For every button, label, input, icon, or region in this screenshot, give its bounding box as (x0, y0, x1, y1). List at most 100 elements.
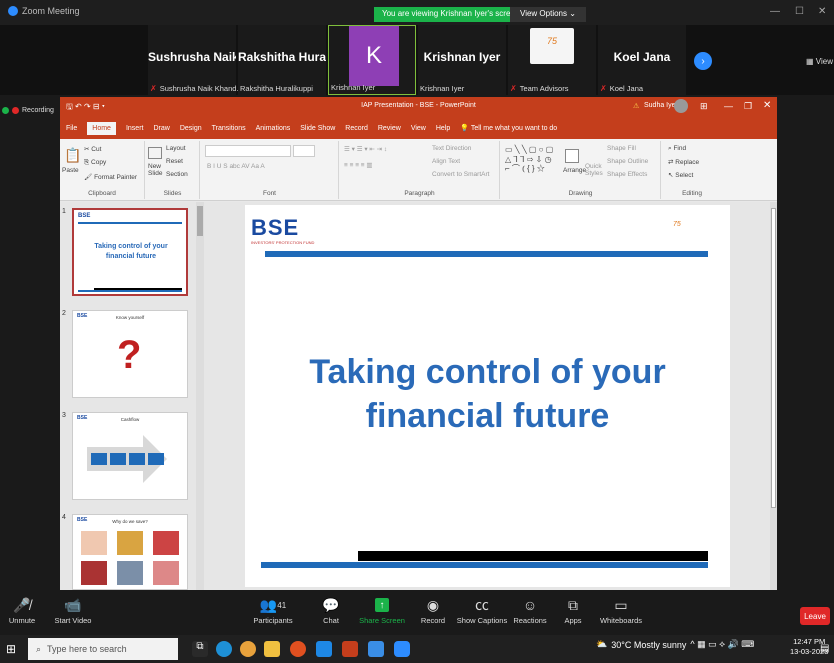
edge-icon[interactable] (216, 641, 232, 657)
minimize-icon[interactable]: — (770, 6, 780, 17)
ribbon-display-icon[interactable]: ⊞ (700, 101, 708, 112)
slide-scrollbar[interactable] (770, 202, 777, 590)
close-icon[interactable]: ✕ (763, 100, 771, 111)
align-buttons[interactable]: ≡ ≡ ≡ ≡ ▥ (344, 161, 373, 169)
list-buttons[interactable]: ☰ ▾ ☰ ▾ ⇤ ⇥ ↕ (344, 145, 387, 153)
mail-icon[interactable] (316, 641, 332, 657)
start-video-button[interactable]: 📹 Start Video (50, 594, 96, 626)
tab-insert[interactable]: Insert (126, 125, 144, 132)
chat-button[interactable]: 💬 Chat (314, 594, 348, 626)
shapes-gallery[interactable]: ▭ ╲ ╲ ▢ ○ ▢ △ ⅂ ⅂ ⇨ ⇩ ◷ ⌐ ⌒ ⦅ { } ☆ (505, 145, 553, 174)
tab-home[interactable]: Home (87, 121, 116, 135)
task-view-icon[interactable]: ⧉ (192, 641, 208, 657)
select-button[interactable]: ↖ Select (668, 171, 693, 179)
recording-indicator[interactable]: Recording (2, 107, 54, 114)
windows-start-icon[interactable]: ⊞ (6, 642, 16, 656)
tab-help[interactable]: Help (436, 125, 450, 132)
participant-tile[interactable]: Sushrusha Naik... ✗Sushrusha Naik Khand.… (148, 25, 243, 95)
slide-thumbnail[interactable]: BSE Why do we save? (72, 514, 188, 590)
user-name[interactable]: Sudha Iyer (644, 102, 678, 109)
leave-button[interactable]: Leave (800, 607, 830, 625)
restore-icon[interactable]: ❐ (744, 101, 752, 112)
notifications-icon[interactable]: ▤ (820, 643, 829, 654)
font-format-buttons[interactable]: B I U S abc AV Aa A (207, 163, 265, 170)
apps-button[interactable]: ⧉ Apps (560, 594, 586, 626)
participant-tile[interactable]: 75 ✗ Team Advisors (508, 25, 596, 95)
tab-draw[interactable]: Draw (153, 125, 169, 132)
maximize-icon[interactable]: ☐ (795, 6, 804, 17)
slide-thumbnail[interactable]: BSE Taking control of your financial fut… (72, 208, 188, 296)
minimize-icon[interactable]: — (724, 101, 733, 111)
tab-animations[interactable]: Animations (256, 125, 291, 132)
tab-slide-show[interactable]: Slide Show (300, 125, 335, 132)
footer-bar (261, 562, 708, 568)
group-label: Paragraph (404, 190, 435, 197)
participant-label: Krishnan Iyer (331, 83, 376, 92)
quick-styles-button[interactable]: Quick Styles (585, 163, 605, 177)
ppt-title-bar: 🖫 ↶ ↷ ⊟ ▾ IAP Presentation - BSE - Power… (60, 97, 777, 117)
tab-file[interactable]: File (66, 125, 77, 132)
taskbar-search[interactable]: ⌕ Type here to search (28, 638, 178, 660)
firefox-icon[interactable] (290, 641, 306, 657)
photo (81, 531, 107, 555)
close-icon[interactable]: ✕ (818, 6, 826, 17)
share-screen-button[interactable]: ↑ Share Screen (356, 594, 408, 625)
file-explorer-icon[interactable] (264, 641, 280, 657)
slides-group: New Slide Layout Reset Section Slides (146, 141, 200, 199)
tab-view[interactable]: View (411, 125, 426, 132)
tab-review[interactable]: Review (378, 125, 401, 132)
paste-button[interactable]: Paste (62, 167, 79, 174)
participant-tile[interactable]: Rakshitha Hural... Rakshitha Huralikuppi (238, 25, 326, 95)
text-direction-button[interactable]: Text Direction (432, 145, 471, 152)
participants-icon: 👥 (259, 596, 278, 613)
shape-effects-button[interactable]: Shape Effects (607, 171, 647, 178)
participants-button[interactable]: 👥 41 Participants (248, 594, 298, 626)
thumbnail-scrollbar[interactable] (196, 202, 204, 590)
format-painter-button[interactable]: 🖌 Format Painter (84, 173, 137, 181)
align-text-button[interactable]: Align Text (432, 158, 460, 165)
participant-tile[interactable]: Krishnan Iyer Krishnan Iyer (418, 25, 506, 95)
system-tray[interactable]: ⛅ 30°C Mostly sunny ^ ▦ ▭ ⟡ 🔊 ⌨ (596, 639, 754, 650)
ribbon-tabs: File Home Insert Draw Design Transitions… (60, 117, 777, 139)
unmute-button[interactable]: 🎤̸ Unmute (4, 594, 40, 626)
participant-tile-active[interactable]: K Krishnan Iyer (328, 25, 416, 95)
avatar[interactable] (674, 99, 688, 113)
slide-thumbnail[interactable]: BSE Know yourself ? (72, 310, 188, 398)
zoom-icon[interactable] (394, 641, 410, 657)
tell-me-search[interactable]: 💡 Tell me what you want to do (460, 124, 557, 132)
font-name-dropdown[interactable] (205, 145, 291, 157)
tab-record[interactable]: Record (345, 125, 368, 132)
paste-icon[interactable]: 📋 (64, 147, 81, 164)
cut-button[interactable]: ✂ Cut (84, 145, 101, 153)
participant-tile[interactable]: Koel Jana ✗ Koel Jana (598, 25, 686, 95)
slide-number: 2 (62, 310, 66, 317)
new-slide-icon[interactable] (148, 147, 162, 159)
reactions-button[interactable]: ☺ Reactions (512, 594, 548, 625)
copy-button[interactable]: ⎘ Copy (84, 159, 106, 167)
view-options-button[interactable]: View Options ⌄ (510, 7, 586, 22)
reset-button[interactable]: Reset (166, 158, 183, 165)
arrange-icon[interactable] (565, 149, 579, 163)
layout-button[interactable]: Layout (166, 145, 186, 152)
font-size-dropdown[interactable] (293, 145, 315, 157)
chrome-icon[interactable] (240, 641, 256, 657)
tab-transitions[interactable]: Transitions (212, 125, 246, 132)
replace-button[interactable]: ⇄ Replace (668, 158, 699, 166)
tab-design[interactable]: Design (180, 125, 202, 132)
record-button[interactable]: ◉ Record (418, 594, 448, 626)
slide-thumbnail[interactable]: BSE Cashflow (72, 412, 188, 500)
next-page-icon[interactable]: › (694, 52, 712, 70)
powerpoint-icon[interactable] (342, 641, 358, 657)
current-slide[interactable]: BSE INVESTORS' PROTECTION FUND 75 Taking… (245, 205, 730, 587)
view-button[interactable]: ▦ View (806, 57, 833, 66)
find-button[interactable]: ⌕ Find (668, 145, 686, 153)
logo-tagline: INVESTORS' PROTECTION FUND (251, 240, 315, 245)
shape-fill-button[interactable]: Shape Fill (607, 145, 636, 152)
shape-outline-button[interactable]: Shape Outline (607, 158, 648, 165)
arrange-button[interactable]: Arrange (563, 167, 586, 174)
captions-button[interactable]: ㏄ Show Captions (454, 594, 510, 625)
section-button[interactable]: Section (166, 171, 188, 178)
smartart-button[interactable]: Convert to SmartArt (432, 171, 489, 178)
whiteboards-button[interactable]: ▭ Whiteboards (596, 594, 646, 626)
store-icon[interactable] (368, 641, 384, 657)
